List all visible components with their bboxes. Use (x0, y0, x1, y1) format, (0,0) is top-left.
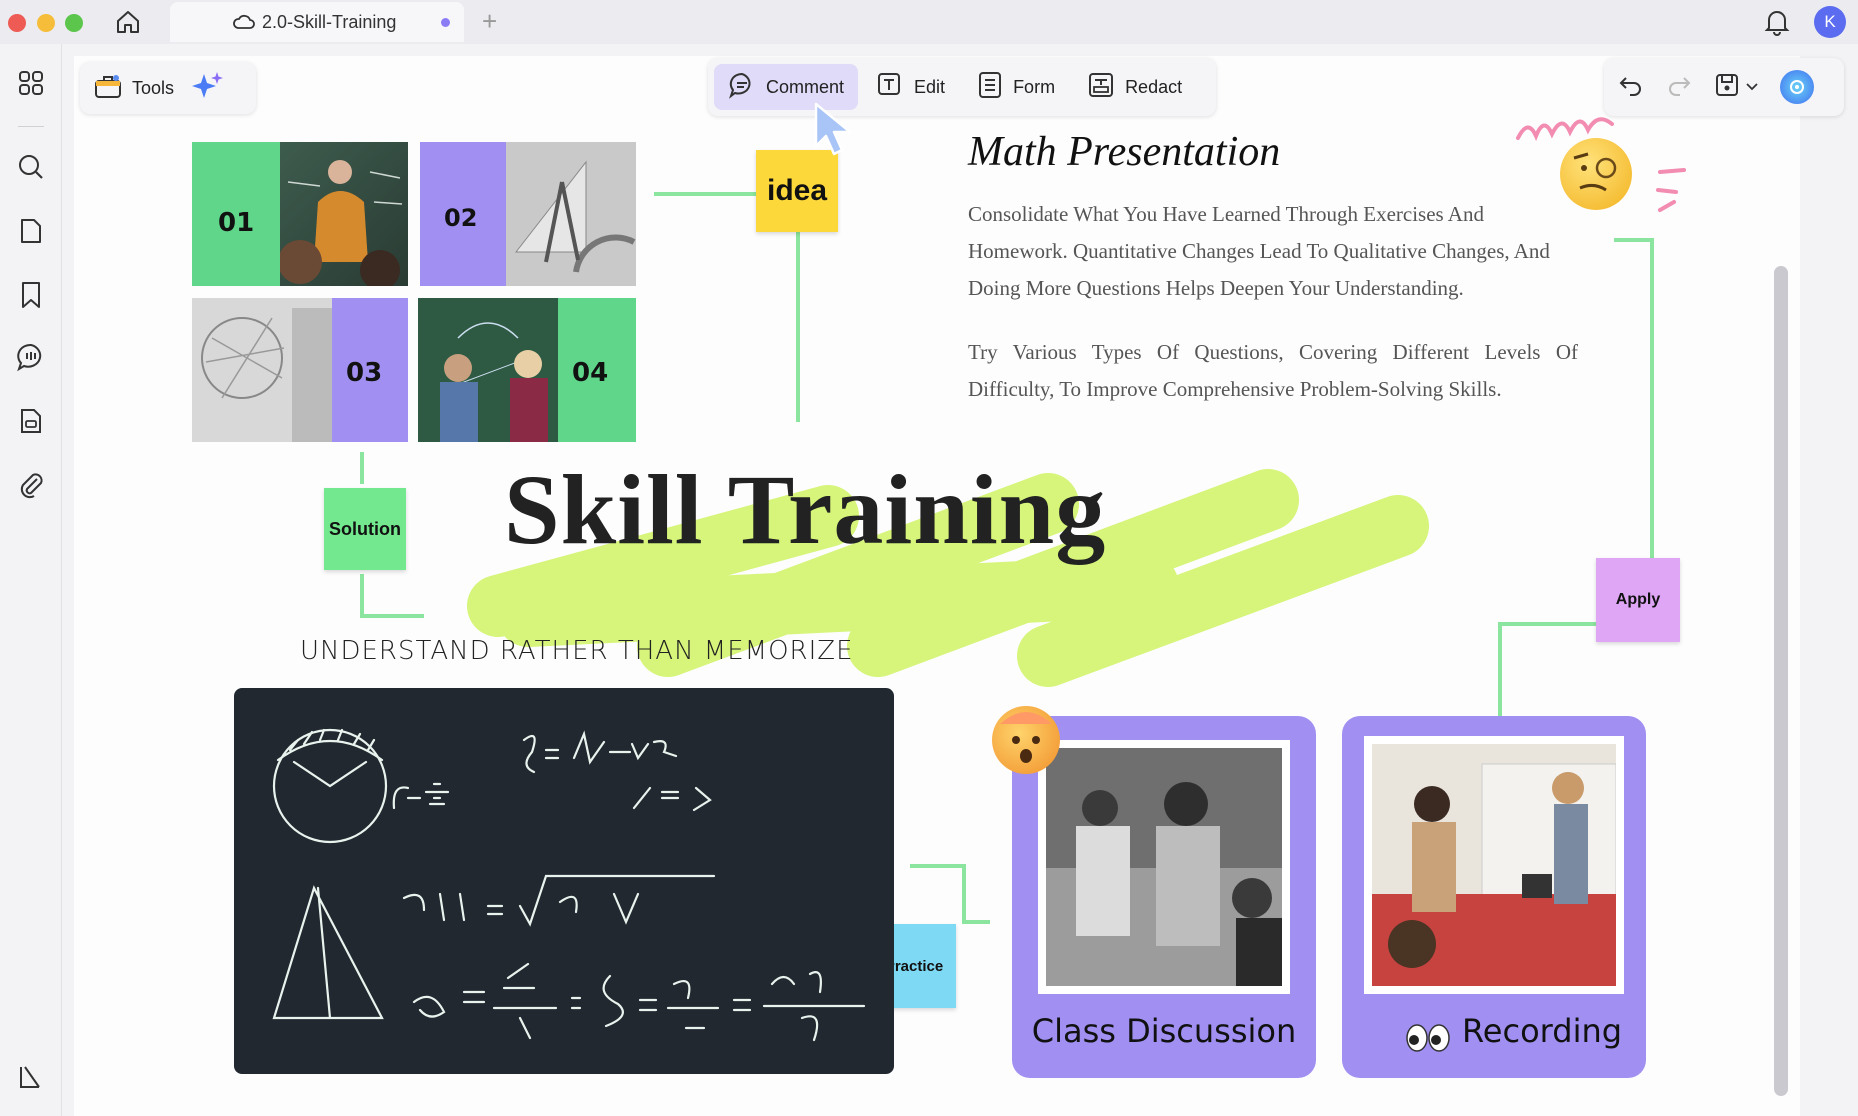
ai-assistant-icon[interactable] (1780, 70, 1814, 104)
edit-label: Edit (914, 76, 946, 97)
grid-tile-02: 02 (420, 142, 506, 286)
grid-number-03: 03 (346, 358, 383, 388)
class-discussion-photo-frame (1038, 740, 1290, 994)
eyes-emoji-icon (1406, 1024, 1450, 1057)
bell-icon[interactable] (1764, 8, 1790, 41)
home-icon[interactable] (114, 8, 142, 41)
pages-icon[interactable] (14, 214, 48, 248)
layers-icon[interactable] (14, 1060, 48, 1094)
minimize-window-button[interactable] (37, 14, 55, 32)
cloud-icon (232, 12, 256, 37)
unsaved-dot (441, 18, 450, 27)
edit-mode-button[interactable]: Edit (862, 64, 959, 110)
recording-caption: Recording (1462, 1012, 1623, 1050)
mouse-cursor-icon (812, 100, 860, 165)
form-mode-button[interactable]: Form (963, 64, 1069, 110)
connector-line (1498, 622, 1598, 626)
redact-icon (1087, 71, 1115, 104)
ai-sparkle-icon[interactable] (192, 70, 224, 107)
comments-icon[interactable] (14, 340, 48, 374)
grid-tile-03: 03 (332, 298, 408, 442)
history-toolbar (1604, 58, 1844, 116)
grid-number-04: 04 (572, 358, 609, 388)
chevron-down-icon (1746, 78, 1758, 96)
redact-label: Redact (1125, 76, 1183, 97)
connector-line (910, 864, 966, 868)
connector-line (796, 232, 800, 422)
mind-blown-emoji-icon (992, 706, 1060, 774)
comment-label: Comment (766, 76, 845, 97)
form-fields-icon[interactable] (14, 404, 48, 438)
recording-photo (1372, 744, 1616, 986)
grid-number-01: 01 (218, 208, 255, 238)
left-sidebar (0, 44, 62, 1116)
zoom-window-button[interactable] (65, 14, 83, 32)
blackboard-formulas (234, 688, 894, 1074)
recording-card[interactable]: Recording (1342, 716, 1646, 1078)
new-tab-button[interactable]: + (482, 6, 497, 37)
save-dropdown[interactable] (1714, 72, 1758, 103)
tools-label: Tools (132, 77, 175, 98)
grid-view-icon[interactable] (14, 66, 48, 100)
edit-text-icon (876, 71, 904, 104)
apply-sticky-note[interactable]: Apply (1596, 558, 1680, 642)
connector-line (360, 574, 364, 618)
class-discussion-photo (1046, 748, 1282, 986)
toolbox-icon (94, 73, 122, 104)
connector-line (360, 614, 424, 618)
avatar[interactable]: K (1814, 6, 1846, 38)
bookmark-icon[interactable] (14, 278, 48, 312)
thinking-emoji-icon (1560, 138, 1632, 210)
tools-button[interactable]: Tools (80, 65, 188, 111)
teacher-photo (280, 142, 408, 286)
search-icon[interactable] (14, 150, 48, 184)
grid-tile-01: 01 (192, 142, 280, 286)
class-discussion-caption: Class Discussion (1031, 1012, 1297, 1050)
comment-icon (728, 71, 756, 104)
form-icon (977, 71, 1003, 104)
skill-training-title: Skill Training (504, 454, 1107, 565)
undo-icon[interactable] (1618, 72, 1644, 103)
redact-mode-button[interactable]: Redact (1073, 64, 1196, 110)
title-bar: 2.0-Skill-Training + K (0, 0, 1858, 44)
tools-toolbar: Tools (80, 62, 256, 114)
paragraph-2: Try Various Types Of Questions, Covering… (968, 340, 1578, 401)
grid-number-02: 02 (444, 204, 478, 232)
document-tab-title: 2.0-Skill-Training (262, 11, 397, 32)
connector-line (360, 452, 364, 484)
compass-drawing-photo (192, 298, 332, 442)
math-presentation-title: Math Presentation (968, 129, 1281, 175)
solution-sticky-note[interactable]: Solution (324, 488, 406, 570)
subtitle: UNDERSTAND RATHER THAN MEMORIZE (300, 636, 854, 666)
vertical-scrollbar[interactable] (1774, 266, 1788, 1096)
redo-icon[interactable] (1666, 72, 1692, 103)
form-label: Form (1013, 76, 1056, 97)
sidebar-divider (18, 126, 44, 127)
attachment-icon[interactable] (14, 468, 48, 502)
recording-photo-frame (1364, 736, 1624, 994)
connector-line (962, 864, 966, 924)
geometry-tools-photo (506, 142, 636, 286)
close-window-button[interactable] (8, 14, 26, 32)
save-icon (1714, 72, 1740, 103)
document-tab[interactable]: 2.0-Skill-Training (170, 2, 464, 42)
paragraph-1: Consolidate What You Have Learned Throug… (968, 202, 1550, 300)
connector-line (962, 920, 990, 924)
edit-mode-toolbar: Comment Edit Form Redact (708, 58, 1216, 116)
document-page: 01 02 03 04 idea Solution Apply Practice… (74, 56, 1800, 1116)
sparkle-doodle (1654, 166, 1694, 221)
connector-line (1614, 238, 1654, 242)
